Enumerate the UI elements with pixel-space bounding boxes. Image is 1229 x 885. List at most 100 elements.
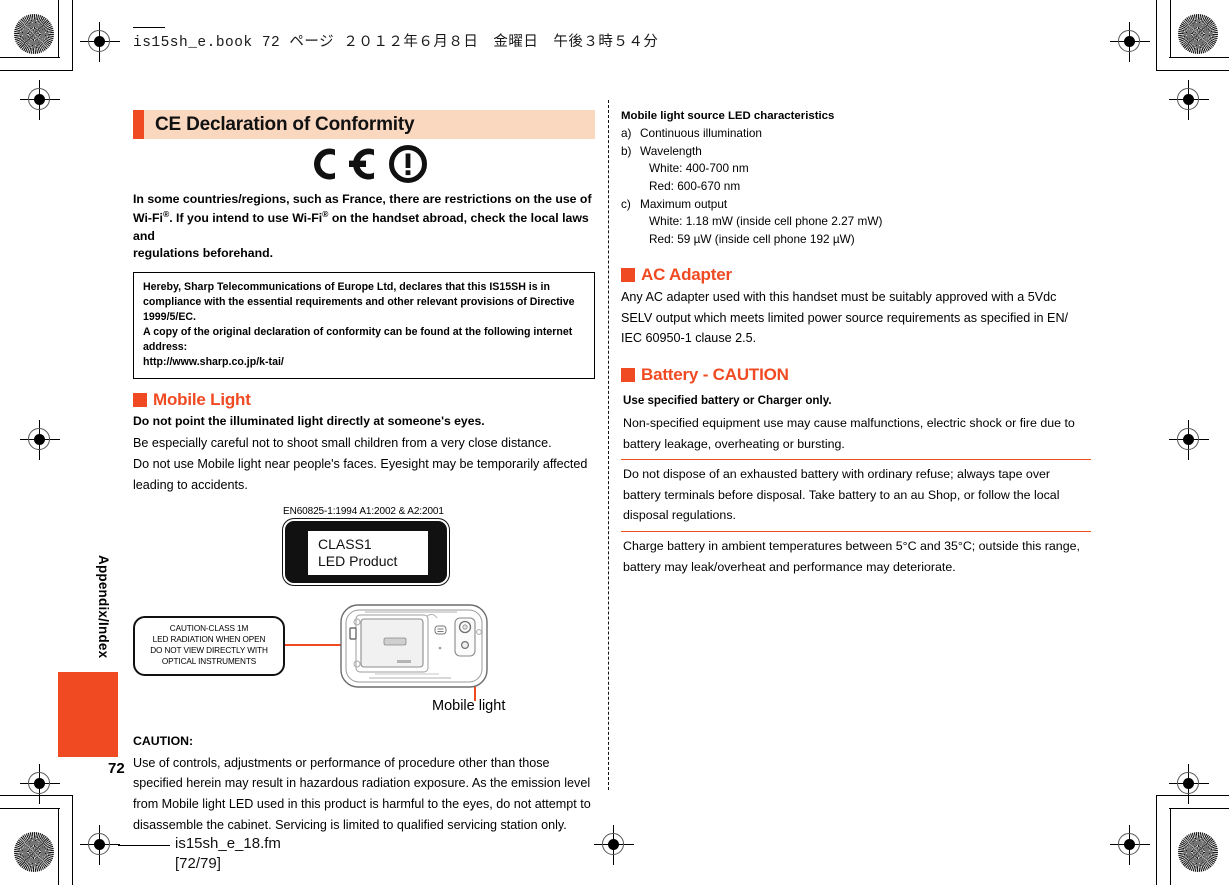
ce-mark-icon	[313, 148, 374, 180]
wifi-note-line-2a: Wi-Fi	[133, 211, 163, 226]
heading-square-icon	[133, 393, 147, 408]
list-item: b) Wavelength	[621, 143, 1091, 161]
wifi-note-line-2b: . If you intend to use Wi-Fi	[169, 211, 323, 226]
caution-paragraph-2: specified herein may result in hazardous…	[133, 776, 591, 791]
footer-file-info: is15sh_e_18.fm [72/79]	[175, 834, 281, 875]
footer-file-name: is15sh_e_18.fm	[175, 835, 281, 852]
crop-mark	[0, 70, 73, 71]
battery-row: Do not dispose of an exhausted battery w…	[621, 459, 1091, 531]
ac-adapter-paragraph-1: Any AC adapter used with this handset mu…	[621, 289, 1057, 304]
ce-declaration-banner: CE Declaration of Conformity	[133, 110, 595, 139]
mobile-light-paragraph-1: Be especially careful not to shoot small…	[133, 436, 552, 451]
heading-square-icon	[621, 267, 635, 282]
en-standard-label: EN60825-1:1994 A1:2002 & A2:2001	[283, 505, 444, 517]
battery-row: Charge battery in ambient temperatures b…	[621, 531, 1091, 582]
registration-target	[80, 22, 120, 62]
list-subitem: White: 400-700 nm	[649, 161, 749, 176]
declaration-line: address:	[143, 341, 188, 354]
registration-target	[1169, 420, 1209, 460]
registration-target	[1169, 764, 1209, 804]
section-thumb-tab	[58, 672, 118, 757]
mobile-light-paragraph-2: Do not use Mobile light near people's fa…	[133, 457, 588, 472]
list-item-text: Continuous illumination	[640, 126, 762, 140]
crop-mark	[1169, 808, 1229, 809]
list-marker: b)	[621, 143, 632, 158]
registration-target	[20, 420, 60, 460]
left-column: CE Declaration of Conformity In some cou…	[133, 110, 595, 836]
starburst-registration-mark	[14, 14, 54, 54]
caution-plate-line: OPTICAL INSTRUMENTS	[161, 656, 257, 666]
declaration-url[interactable]: http://www.sharp.co.jp/k-tai/	[143, 355, 585, 370]
crop-mark	[1170, 808, 1171, 885]
caution-class-1m-plate: CAUTION-CLASS 1M LED RADIATION WHEN OPEN…	[133, 615, 285, 676]
declaration-line: compliance with the essential requiremen…	[143, 295, 575, 308]
caution-plate-line: LED RADIATION WHEN OPEN	[152, 634, 266, 644]
caution-paragraph-4: disassemble the cabinet. Servicing is li…	[133, 817, 567, 832]
ac-adapter-paragraph-3: IEC 60950-1 clause 2.5.	[621, 331, 757, 346]
registration-target	[80, 825, 120, 865]
wifi-note-line-1: In some countries/regions, such as Franc…	[133, 192, 592, 206]
section-tab-label: Appendix/Index	[96, 555, 111, 659]
class1-led-plate-inner: CLASS1 LED Product	[308, 530, 428, 575]
registration-target	[594, 825, 634, 865]
caution-heading: CAUTION:	[133, 733, 194, 748]
registration-target	[1169, 80, 1209, 120]
crop-mark	[0, 57, 60, 58]
crop-mark	[72, 0, 73, 70]
crop-mark	[1170, 0, 1171, 58]
crop-mark	[58, 808, 59, 885]
list-subitem: Red: 600-670 nm	[649, 179, 741, 194]
crop-mark	[1156, 0, 1157, 70]
column-divider	[608, 100, 609, 790]
caution-paragraph-3: from Mobile light LED used in this produ…	[133, 797, 591, 812]
list-item-text: Maximum output	[640, 196, 728, 211]
caution-paragraph-1: Use of controls, adjustments or performa…	[133, 755, 550, 770]
list-item: a) Continuous illumination	[621, 125, 1091, 143]
mobile-light-lead: Do not point the illuminated light direc…	[133, 414, 485, 429]
led-characteristics-title: Mobile light source LED characteristics	[621, 110, 835, 122]
list-marker: c)	[621, 196, 631, 211]
alert-exclamation-icon	[388, 145, 427, 183]
led-characteristics-list: a) Continuous illumination b) Wavelength…	[621, 125, 1091, 249]
declaration-line: Hereby, Sharp Telecommunications of Euro…	[143, 280, 550, 293]
declaration-line: A copy of the original declaration of co…	[143, 326, 573, 338]
crop-mark	[1169, 57, 1229, 58]
heading-mobile-light: Mobile Light	[133, 390, 595, 410]
declaration-of-conformity-box: Hereby, Sharp Telecommunications of Euro…	[133, 271, 595, 380]
starburst-registration-mark	[14, 832, 54, 872]
heading-ac-adapter-label: AC Adapter	[641, 264, 732, 284]
list-item: c) Maximum output	[621, 196, 1091, 214]
battery-row: Non-specified equipment use may cause ma…	[623, 416, 1075, 451]
heading-ac-adapter: AC Adapter	[621, 265, 1091, 285]
wifi-note-line-3: regulations beforehand.	[133, 246, 274, 261]
registration-target	[20, 764, 60, 804]
page-number: 72	[108, 760, 125, 777]
heading-mobile-light-label: Mobile Light	[153, 390, 251, 410]
heading-battery-caution: Battery - CAUTION	[621, 365, 1091, 385]
wifi-restriction-note: In some countries/regions, such as Franc…	[133, 191, 595, 263]
crop-mark	[1156, 70, 1229, 71]
crop-mark	[58, 0, 59, 58]
battery-lead: Use specified battery or Charger only.	[623, 394, 832, 408]
mobile-light-callout-label: Mobile light	[432, 697, 506, 714]
list-subitem: White: 1.18 mW (inside cell phone 2.27 m…	[649, 214, 883, 229]
starburst-registration-mark	[1178, 14, 1218, 54]
crop-mark	[0, 795, 73, 796]
mobile-light-figure: EN60825-1:1994 A1:2002 & A2:2001 CLASS1 …	[133, 504, 595, 734]
handset-rear-illustration	[339, 602, 489, 695]
caution-plate-line: CAUTION-CLASS 1M	[169, 624, 249, 634]
runhead-rule	[133, 27, 165, 28]
crop-mark	[0, 808, 60, 809]
ce-marks-row	[133, 145, 595, 183]
class1-line-1: CLASS1	[318, 535, 372, 552]
registration-target	[20, 80, 60, 120]
mobile-light-paragraph-3: leading to accidents.	[133, 477, 248, 492]
registration-target	[1110, 825, 1150, 865]
heading-battery-caution-label: Battery - CAUTION	[641, 365, 789, 385]
footer-page-range: [72/79]	[175, 855, 221, 873]
class1-led-plate: CLASS1 LED Product	[285, 520, 447, 583]
caution-plate-line: DO NOT VIEW DIRECTLY WITH	[150, 645, 268, 655]
footer-leader-line	[118, 845, 170, 846]
starburst-registration-mark	[1178, 832, 1218, 872]
list-marker: a)	[621, 126, 632, 140]
